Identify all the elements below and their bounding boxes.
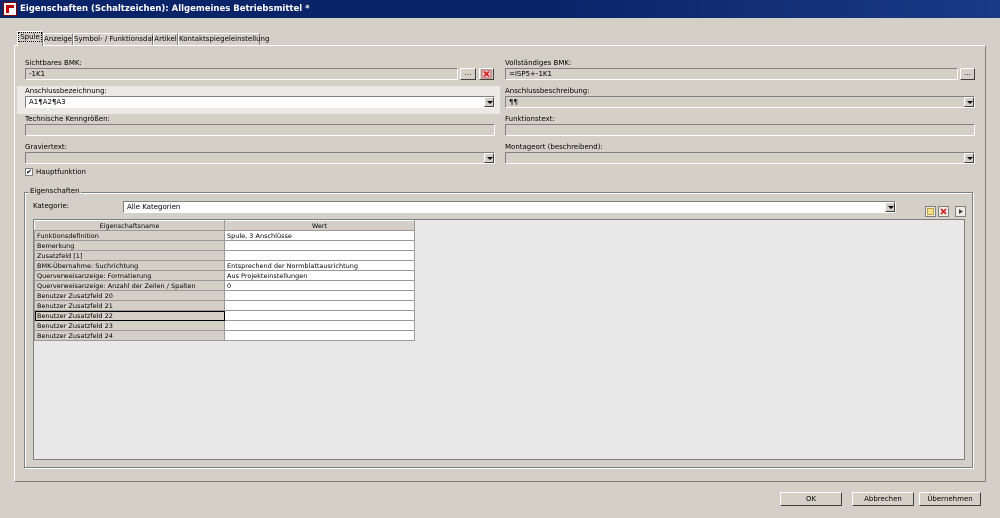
property-value[interactable]: Spule, 3 Anschlüsse: [224, 230, 415, 241]
tab-spule[interactable]: Spule: [17, 31, 43, 46]
new-icon: [927, 208, 934, 215]
properties-grid[interactable]: Eigenschaftsname Wert Funktionsdefinitio…: [33, 219, 965, 460]
table-header-row: Eigenschaftsname Wert: [34, 220, 415, 231]
technische-kenngroessen-label: Technische Kenngrößen:: [25, 115, 110, 123]
property-value[interactable]: [224, 320, 415, 331]
more-button[interactable]: [955, 206, 966, 217]
montageort-combo[interactable]: [505, 152, 975, 164]
graviertext-dropdown-arrow[interactable]: [484, 153, 494, 163]
anschlussbezeichnung-dropdown-arrow[interactable]: [484, 97, 494, 107]
property-name: BMK-Übernahme: Suchrichtung: [34, 260, 225, 271]
delete-icon: [940, 208, 947, 215]
property-value[interactable]: [224, 300, 415, 311]
window-title: Eigenschaften (Schaltzeichen): Allgemein…: [20, 4, 310, 14]
hauptfunktion-label: Hauptfunktion: [36, 168, 86, 176]
kategorie-dropdown-arrow[interactable]: [885, 202, 895, 212]
property-name: Benutzer Zusatzfeld 23: [34, 320, 225, 331]
property-name: Benutzer Zusatzfeld 22: [34, 310, 225, 321]
vollstaendiges-bmk-field[interactable]: =ISP5+-1K1: [505, 68, 958, 80]
anschlussbeschreibung-value: ¶¶: [509, 98, 518, 106]
montageort-label: Montageort (beschreibend):: [505, 143, 603, 151]
kategorie-label: Kategorie:: [33, 202, 70, 210]
property-name: Benutzer Zusatzfeld 20: [34, 290, 225, 301]
property-value[interactable]: [224, 330, 415, 341]
property-value[interactable]: [224, 310, 415, 321]
vollstaendiges-bmk-label: Vollständiges BMK:: [505, 59, 572, 67]
anschlussbeschreibung-combo[interactable]: ¶¶: [505, 96, 975, 108]
property-name: Zusatzfeld [1]: [34, 250, 225, 261]
technische-kenngroessen-field[interactable]: [25, 124, 495, 136]
table-row[interactable]: Bemerkung: [34, 240, 415, 251]
tab-kontaktspiegeleinstellung[interactable]: Kontaktspiegeleinstellung: [178, 33, 269, 45]
tab-symbol-funktionsdaten[interactable]: Symbol- / Funktionsdaten: [73, 33, 163, 45]
table-row[interactable]: Querverweisanzeige: Anzahl der Zeilen / …: [34, 280, 415, 291]
table-row[interactable]: Zusatzfeld [1]: [34, 250, 415, 261]
title-bar[interactable]: Eigenschaften (Schaltzeichen): Allgemein…: [0, 0, 1000, 18]
column-header-wert[interactable]: Wert: [224, 220, 415, 231]
eigenschaften-group-label: Eigenschaften: [29, 187, 81, 195]
property-name: Benutzer Zusatzfeld 24: [34, 330, 225, 341]
property-name: Bemerkung: [34, 240, 225, 251]
column-header-eigenschaftsname[interactable]: Eigenschaftsname: [34, 220, 225, 231]
property-value[interactable]: [224, 290, 415, 301]
new-button[interactable]: [925, 206, 936, 217]
funktionstext-label: Funktionstext:: [505, 115, 555, 123]
property-name: Querverweisanzeige: Anzahl der Zeilen / …: [34, 280, 225, 291]
graviertext-combo[interactable]: [25, 152, 495, 164]
montageort-dropdown-arrow[interactable]: [964, 153, 974, 163]
vollstaendiges-bmk-browse-button[interactable]: ...: [960, 68, 975, 80]
tab-artikel[interactable]: Artikel: [153, 33, 178, 45]
anschlussbeschreibung-label: Anschlussbeschreibung:: [505, 87, 590, 95]
property-value[interactable]: [224, 240, 415, 251]
graviertext-label: Graviertext:: [25, 143, 68, 151]
table-row[interactable]: Funktionsdefinition Spule, 3 Anschlüsse: [34, 230, 415, 241]
sichtbares-bmk-browse-button[interactable]: ...: [460, 68, 476, 80]
property-value[interactable]: Entsprechend der Normblattausrichtung: [224, 260, 415, 271]
tab-anzeige[interactable]: Anzeige: [43, 33, 73, 45]
anschlussbeschreibung-dropdown-arrow[interactable]: [964, 97, 974, 107]
properties-table: Eigenschaftsname Wert Funktionsdefinitio…: [34, 220, 415, 341]
cancel-button[interactable]: Abbrechen: [852, 492, 914, 506]
delete-icon: [481, 69, 492, 79]
property-value[interactable]: 0: [224, 280, 415, 291]
property-name: Benutzer Zusatzfeld 21: [34, 300, 225, 311]
table-row[interactable]: Querverweisanzeige: Formatierung Aus Proj…: [34, 270, 415, 281]
property-name: Funktionsdefinition: [34, 230, 225, 241]
funktionstext-field[interactable]: [505, 124, 975, 136]
property-value[interactable]: [224, 250, 415, 261]
table-row-selected[interactable]: Benutzer Zusatzfeld 22: [34, 310, 415, 321]
sichtbares-bmk-label: Sichtbares BMK:: [25, 59, 82, 67]
property-value[interactable]: Aus Projekteinstellungen: [224, 270, 415, 281]
apply-button[interactable]: Übernehmen: [919, 492, 981, 506]
table-row[interactable]: Benutzer Zusatzfeld 21: [34, 300, 415, 311]
kategorie-combo[interactable]: Alle Kategorien: [123, 201, 896, 213]
anschlussbezeichnung-value: A1¶A2¶A3: [29, 98, 66, 106]
anschlussbezeichnung-combo[interactable]: A1¶A2¶A3: [25, 96, 495, 108]
table-row[interactable]: BMK-Übernahme: Suchrichtung Entsprechend …: [34, 260, 415, 271]
delete-button[interactable]: [479, 68, 494, 80]
delete-row-button[interactable]: [938, 206, 949, 217]
sichtbares-bmk-field[interactable]: -1K1: [25, 68, 458, 80]
ok-button[interactable]: OK: [780, 492, 842, 506]
hauptfunktion-checkbox[interactable]: ✔: [25, 168, 33, 176]
app-icon[interactable]: [3, 2, 17, 16]
anschlussbezeichnung-label: Anschlussbezeichnung:: [25, 87, 107, 95]
table-row[interactable]: Benutzer Zusatzfeld 24: [34, 330, 415, 341]
kategorie-value: Alle Kategorien: [127, 203, 181, 211]
property-name: Querverweisanzeige: Formatierung: [34, 270, 225, 281]
table-row[interactable]: Benutzer Zusatzfeld 20: [34, 290, 415, 301]
more-icon: [959, 209, 963, 214]
table-row[interactable]: Benutzer Zusatzfeld 23: [34, 320, 415, 331]
